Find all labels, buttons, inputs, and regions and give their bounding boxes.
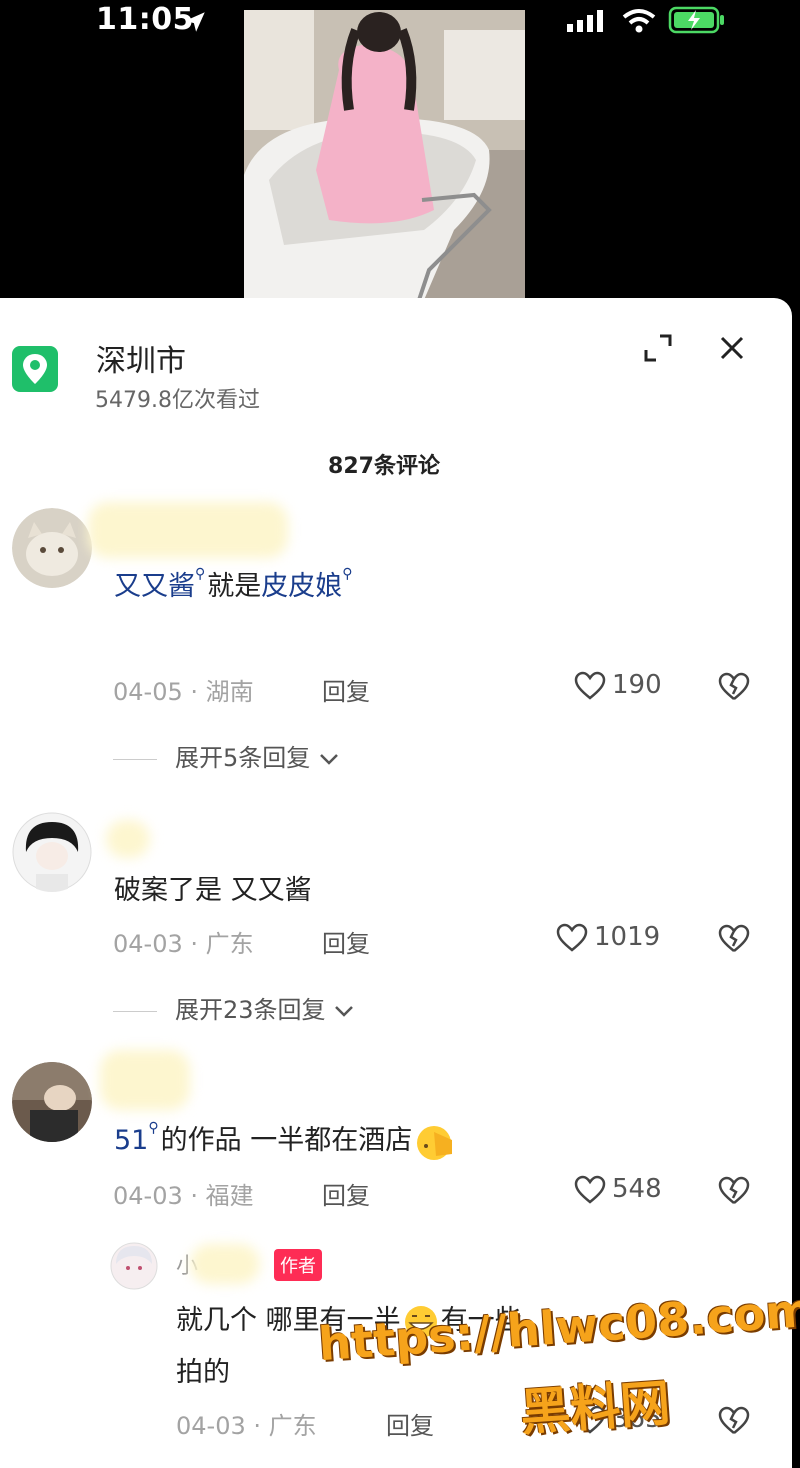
reply-button[interactable]: 回复 [322, 672, 370, 707]
broken-heart-icon[interactable] [718, 1406, 750, 1436]
avatar-reply[interactable] [110, 1242, 158, 1290]
close-icon[interactable] [714, 330, 750, 366]
avatar-anime[interactable] [12, 812, 92, 892]
comment-text: 51⚲的作品 一半都在酒店 [114, 1118, 458, 1162]
battery-charging-icon [668, 6, 724, 34]
chevron-down-icon [335, 1006, 354, 1017]
cellular-signal-icon [567, 10, 603, 32]
reply-button[interactable]: 回复 [322, 1176, 370, 1211]
expand-icon[interactable] [640, 330, 676, 366]
comment-text: 又又酱⚲就是皮皮娘⚲ [114, 566, 354, 602]
clock: 11:05 [96, 2, 194, 37]
redacted-username [190, 1244, 260, 1284]
comment-meta: 04-03 · 福建 [113, 1182, 254, 1210]
author-badge: 作者 [274, 1249, 322, 1281]
redacted-username [106, 820, 150, 858]
avatar-cat[interactable] [12, 508, 92, 588]
wifi-icon [622, 9, 656, 33]
watermark-site: 黑料网 [518, 1373, 673, 1443]
divider [113, 1010, 157, 1012]
comment-text: 破案了是 又又酱 [114, 875, 312, 906]
heart-icon [574, 1175, 606, 1204]
like-button[interactable]: 190 [574, 670, 662, 701]
search-icon: ⚲ [148, 1120, 159, 1136]
reply-meta: 04-03 · 广东 [176, 1412, 317, 1440]
reply-text-line2: 拍的 [176, 1357, 230, 1388]
broken-heart-icon[interactable] [718, 1176, 750, 1206]
heart-icon [574, 671, 606, 700]
comment-meta: 04-03 · 广东 [113, 930, 254, 958]
like-button[interactable]: 1019 [556, 922, 660, 953]
heart-icon [556, 923, 588, 952]
avatar-photo[interactable] [12, 1062, 92, 1142]
location-arrow-icon [185, 12, 205, 32]
search-icon: ⚲ [342, 566, 353, 582]
redacted-username [100, 1050, 190, 1110]
comment-count: 827条评论 [328, 454, 440, 479]
keyword-link[interactable]: 又又酱⚲ [114, 566, 207, 602]
chevron-down-icon [320, 754, 338, 765]
divider [113, 758, 157, 760]
expand-replies[interactable]: 展开23条回复 [113, 990, 355, 1025]
keyword-link[interactable]: 51⚲ [114, 1120, 161, 1156]
expand-replies[interactable]: 展开5条回复 [113, 738, 340, 773]
keyword-link[interactable]: 皮皮娘⚲ [261, 566, 354, 602]
comment-meta: 04-05 · 湖南 [113, 678, 254, 706]
broken-heart-icon[interactable] [718, 672, 750, 702]
location-pin-icon [12, 346, 58, 392]
reply-button[interactable]: 回复 [386, 1406, 434, 1441]
broken-heart-icon[interactable] [718, 924, 750, 954]
facepalm-emoji-icon [417, 1125, 453, 1160]
video-thumbnail[interactable] [244, 10, 525, 300]
search-icon: ⚲ [195, 566, 206, 582]
redacted-username [88, 502, 288, 558]
reply-button[interactable]: 回复 [322, 924, 370, 959]
like-button[interactable]: 548 [574, 1174, 662, 1205]
location-title[interactable]: 深圳市 [96, 336, 186, 380]
location-views: 5479.8亿次看过 [95, 388, 260, 413]
